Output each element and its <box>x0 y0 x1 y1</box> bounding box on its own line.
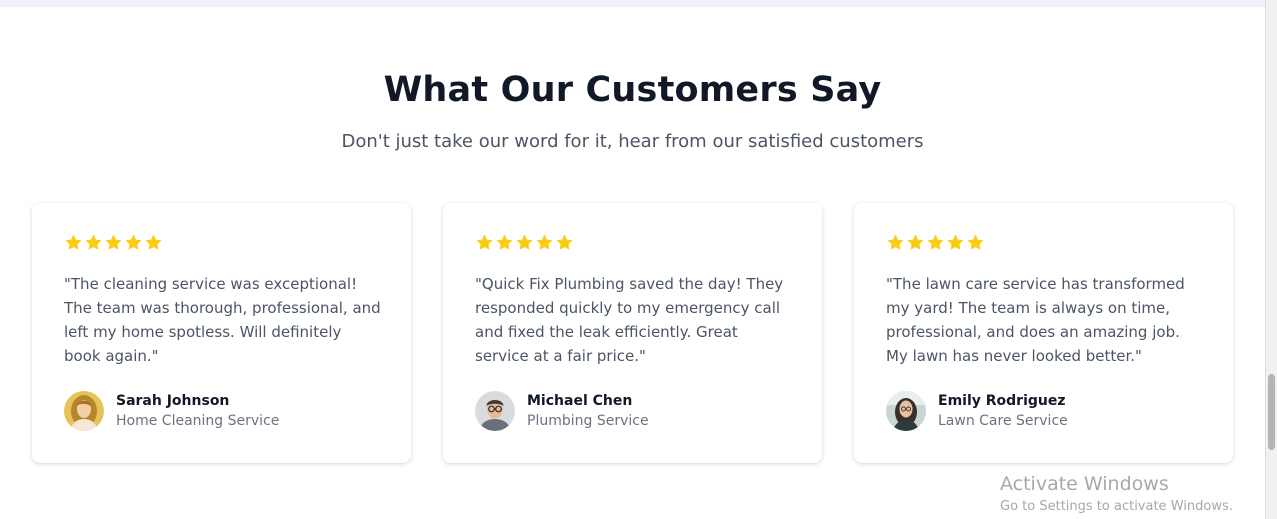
section-title: What Our Customers Say <box>383 70 882 110</box>
star-icon <box>104 233 123 252</box>
star-icon <box>555 233 574 252</box>
top-section-edge <box>0 0 1265 7</box>
author-name: Sarah Johnson <box>116 393 230 409</box>
author-name: Michael Chen <box>527 393 633 409</box>
testimonial-quote: "The cleaning service was exceptional! T… <box>64 275 381 365</box>
star-icon <box>64 233 83 252</box>
testimonial-card: "The cleaning service was exceptional! T… <box>32 203 411 463</box>
star-icon <box>886 233 905 252</box>
woman-avatar-icon <box>886 391 926 431</box>
star-icon <box>475 233 494 252</box>
star-icon <box>946 233 965 252</box>
star-rating <box>64 233 163 257</box>
star-icon <box>84 233 103 252</box>
testimonial-quote: "Quick Fix Plumbing saved the day! They … <box>475 275 784 365</box>
author-service: Lawn Care Service <box>938 413 1068 429</box>
star-icon <box>495 233 514 252</box>
star-icon <box>966 233 985 252</box>
testimonial-card: "The lawn care service has transformed m… <box>854 203 1233 463</box>
star-rating <box>886 233 985 257</box>
star-icon <box>144 233 163 252</box>
activate-windows-subtitle: Go to Settings to activate Windows. <box>1000 499 1233 514</box>
section-subtitle: Don't just take our word for it, hear fr… <box>341 131 924 152</box>
activate-windows-title: Activate Windows <box>1000 473 1169 495</box>
vertical-scrollbar[interactable] <box>1265 0 1277 519</box>
woman-avatar-icon <box>64 391 104 431</box>
author-name: Emily Rodriguez <box>938 393 1066 409</box>
scrollbar-track <box>1265 0 1266 519</box>
author-service: Plumbing Service <box>527 413 649 429</box>
testimonial-card: "Quick Fix Plumbing saved the day! They … <box>443 203 822 463</box>
star-icon <box>124 233 143 252</box>
star-icon <box>906 233 925 252</box>
man-with-glasses-avatar-icon <box>475 391 515 431</box>
author-service: Home Cleaning Service <box>116 413 280 429</box>
star-icon <box>535 233 554 252</box>
star-rating <box>475 233 574 257</box>
star-icon <box>926 233 945 252</box>
scrollbar-thumb[interactable] <box>1268 374 1275 450</box>
testimonial-quote: "The lawn care service has transformed m… <box>886 275 1185 365</box>
star-icon <box>515 233 534 252</box>
